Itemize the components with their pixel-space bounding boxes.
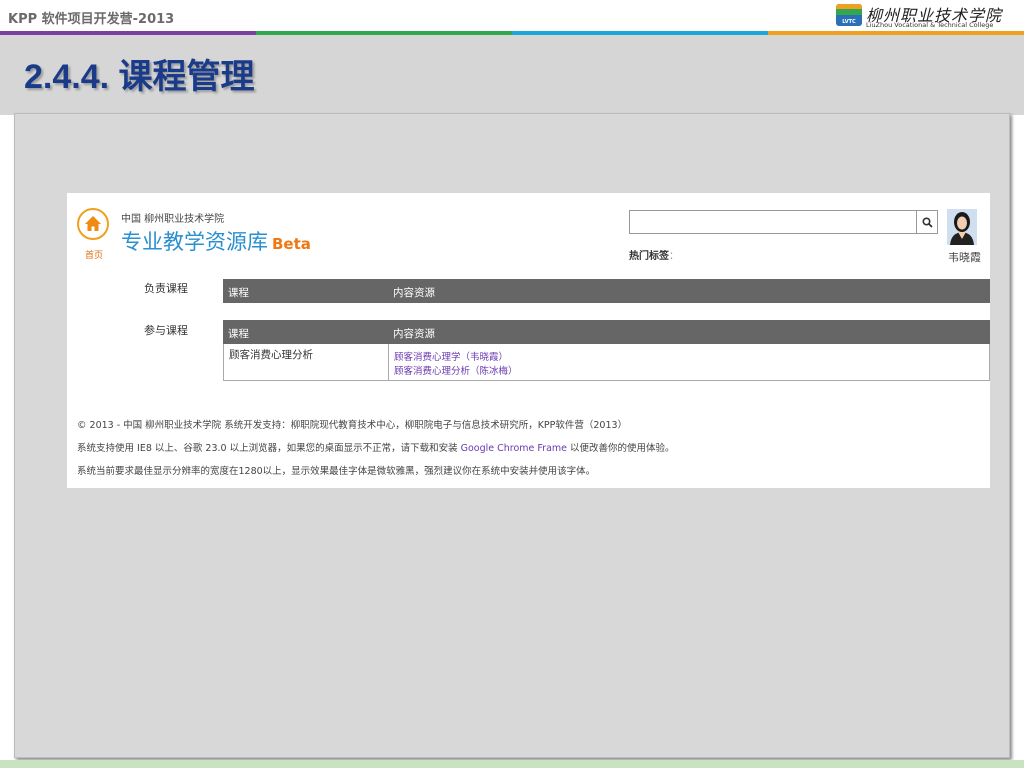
home-button[interactable]: [77, 208, 109, 240]
table-row: 顾客消费心理分析 顾客消费心理学（韦晓霞） 顾客消费心理分析（陈冰梅）: [223, 344, 990, 381]
home-label[interactable]: 首页: [85, 248, 103, 261]
resource-link[interactable]: 顾客消费心理分析（陈冰梅）: [394, 363, 518, 377]
footer-resolution-note: 系统当前要求最佳显示分辨率的宽度在1280以上，显示效果最佳字体是微软雅黑，强烈…: [77, 466, 596, 477]
home-icon: [85, 216, 101, 231]
hot-tags: 热门标签：: [629, 251, 679, 262]
responsible-courses-label: 负责课程: [144, 282, 188, 295]
col-course: 课程: [228, 328, 249, 340]
search-icon: [922, 217, 933, 228]
resource-link[interactable]: 顾客消费心理学（韦晓霞）: [394, 349, 508, 363]
col-resources: 内容资源: [393, 287, 435, 299]
chrome-frame-link[interactable]: Google Chrome Frame: [461, 443, 567, 454]
site-title[interactable]: 专业教学资源库 Beta: [121, 226, 311, 256]
site-title-text: 专业教学资源库: [121, 230, 268, 254]
college-logo-mark: LVTC: [836, 4, 862, 26]
participating-table-header: 课程 内容资源: [223, 320, 990, 344]
footer-line: [0, 760, 1024, 768]
search-button[interactable]: [916, 210, 938, 234]
col-course: 课程: [228, 287, 249, 299]
college-name-en: LiuZhou Vocational & Technical College: [866, 21, 994, 29]
course-management-page: 首页 中国 柳州职业技术学院 专业教学资源库 Beta 热门标签： 韦晓霞 负责课…: [67, 193, 990, 488]
footer-browser-note: 系统支持使用 IE8 以上、谷歌 23.0 以上浏览器，如果您的桌面显示不正常，…: [77, 443, 675, 454]
title-area: 2.4.4. 课程管理: [0, 35, 1024, 115]
participating-courses-label: 参与课程: [144, 324, 188, 337]
col-resources: 内容资源: [393, 328, 435, 340]
org-name: 中国 柳州职业技术学院: [121, 214, 225, 225]
college-logo: LVTC 柳州职业技术学院 LiuZhou Vocational & Techn…: [836, 2, 1022, 30]
avatar[interactable]: [947, 209, 977, 245]
slide-title: 2.4.4. 课程管理: [24, 58, 255, 96]
search-input[interactable]: [629, 210, 917, 234]
user-photo-icon: [947, 209, 977, 245]
footer-copyright: © 2013 - 中国 柳州职业技术学院 系统开发支持：柳职院现代教育技术中心，…: [77, 420, 628, 431]
slide-header: KPP 软件项目开发营-2013 LVTC 柳州职业技术学院 LiuZhou V…: [0, 0, 1024, 32]
course-name: 顾客消费心理分析: [229, 349, 313, 361]
course-title: KPP 软件项目开发营-2013: [8, 12, 175, 27]
responsible-table-header: 课程 内容资源: [223, 279, 990, 303]
beta-badge: Beta: [272, 235, 311, 253]
user-name[interactable]: 韦晓霞: [948, 249, 981, 265]
